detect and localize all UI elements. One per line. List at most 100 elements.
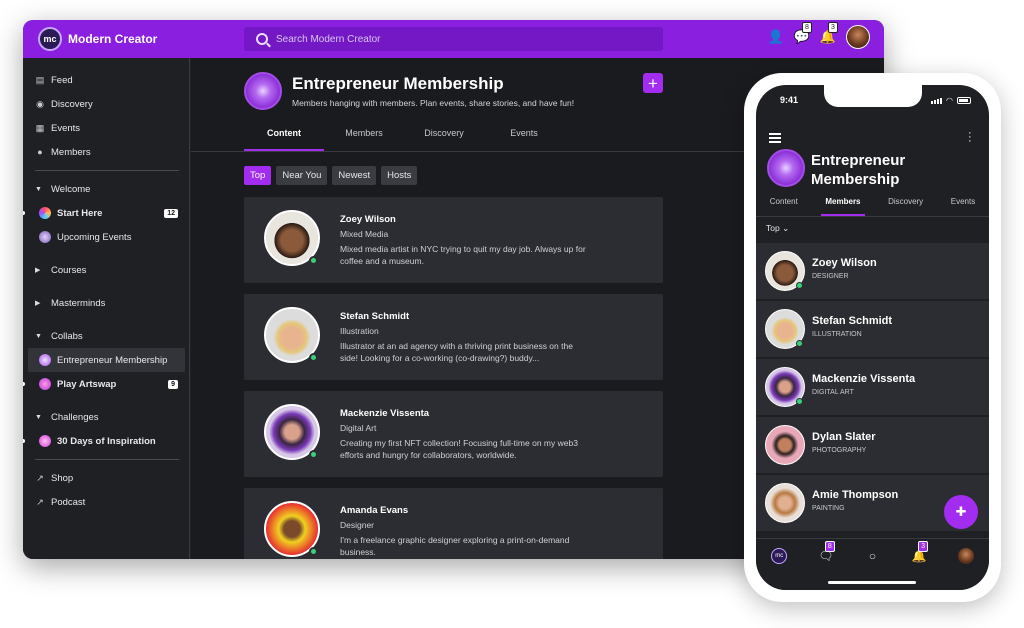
member-name: Zoey Wilson [812, 257, 877, 269]
online-status-dot [309, 353, 318, 362]
battery-icon [957, 97, 971, 104]
sidebar-item-members[interactable]: ● Members [23, 140, 189, 164]
tab-content[interactable]: Content [244, 128, 324, 151]
tab-events[interactable]: Events [484, 128, 564, 151]
section-label: Challenges [51, 411, 99, 423]
tab-content[interactable]: Content [766, 197, 802, 216]
space-badge-icon [767, 149, 805, 187]
sidebar-item-shop[interactable]: ↗ Shop [23, 466, 189, 490]
add-member-button[interactable]: ✚ [944, 495, 978, 529]
member-name[interactable]: Mackenzie Vissenta [340, 408, 429, 419]
section-masterminds[interactable]: ▶ Masterminds [23, 291, 189, 315]
messages-count-badge: 8 [824, 541, 835, 552]
member-role: DESIGNER [812, 273, 849, 280]
unread-dot [23, 382, 25, 386]
sort-dropdown[interactable]: Top ⌄ [766, 223, 789, 234]
tab-members[interactable]: Members [324, 128, 404, 151]
sidebar-item-podcast[interactable]: ↗ Podcast [23, 490, 189, 514]
sidebar-item-play-artswap[interactable]: Play Artswap 9 [23, 372, 189, 396]
menu-icon[interactable] [769, 133, 781, 145]
profile-avatar[interactable] [957, 547, 975, 565]
more-options-icon[interactable]: · · · [968, 128, 972, 147]
sidebar-item-label: Podcast [51, 496, 86, 508]
list-item[interactable]: Mackenzie Vissenta DIGITAL ART [756, 359, 989, 415]
caret-down-icon: ▼ [35, 332, 42, 340]
tab-events[interactable]: Events [947, 197, 979, 216]
notifications-icon[interactable]: 🔔 3 [910, 541, 928, 565]
sidebar: ▤ Feed ◉ Discovery ▦ Events ● Members ▼ Welco… [23, 58, 190, 559]
member-role: Mixed Media [340, 229, 389, 239]
list-item[interactable]: Zoey Wilson DESIGNER [756, 243, 989, 299]
member-role: Designer [340, 520, 375, 530]
member-name: Dylan Slater [812, 431, 876, 443]
logo[interactable]: mc [38, 27, 62, 51]
home-logo-icon[interactable]: mc [770, 547, 788, 565]
sidebar-item-label: Members [51, 146, 91, 158]
online-status-dot [309, 450, 318, 459]
member-card[interactable]: Stefan Schmidt Illustration Illustrator … [244, 294, 663, 380]
space-header: Entrepreneur Membership Members hanging … [244, 72, 574, 110]
phone-notch [824, 85, 922, 107]
space-icon [39, 231, 51, 243]
space-icon [39, 435, 51, 447]
member-card[interactable]: Amanda Evans Designer I'm a freelance gr… [244, 488, 663, 559]
tab-discovery[interactable]: Discovery [404, 128, 484, 151]
compass-icon: ◉ [36, 98, 44, 109]
section-challenges[interactable]: ▼ Challenges [23, 405, 189, 429]
space-icon [39, 354, 51, 366]
stage: mc Modern Creator Search Modern Creator … [0, 0, 1024, 628]
sidebar-item-label: Feed [51, 74, 73, 86]
add-member-icon[interactable]: 👤 [768, 29, 784, 45]
tab-discovery[interactable]: Discovery [884, 197, 927, 216]
list-item[interactable]: Stefan Schmidt ILLUSTRATION [756, 301, 989, 357]
avatar [765, 425, 805, 465]
status-time: 9:41 [780, 95, 799, 105]
caret-right-icon: ▶ [35, 267, 41, 274]
online-status-dot [309, 547, 318, 556]
filter-hosts[interactable]: Hosts [381, 166, 418, 185]
search-icon[interactable]: ○ [863, 547, 881, 565]
messages-icon[interactable]: 💬 8 [794, 22, 812, 45]
page-description: Members hanging with members. Plan event… [292, 98, 575, 108]
filter-newest[interactable]: Newest [332, 166, 377, 185]
search-placeholder: Search Modern Creator [276, 33, 381, 45]
member-name[interactable]: Stefan Schmidt [340, 311, 409, 322]
filter-top[interactable]: Top [244, 166, 272, 185]
divider [35, 170, 179, 171]
notifications-icon[interactable]: 🔔 3 [820, 22, 838, 45]
member-name[interactable]: Zoey Wilson [340, 214, 396, 225]
divider [35, 459, 179, 460]
members-icon: ● [37, 147, 43, 157]
add-button[interactable]: + [643, 73, 663, 93]
sidebar-item-entrepreneur-membership[interactable]: Entrepreneur Membership [28, 348, 185, 372]
sidebar-item-start-here[interactable]: Start Here 12 [23, 201, 189, 225]
phone-tab-bar: Content Members Discovery Events [756, 197, 989, 217]
member-name[interactable]: Amanda Evans [340, 505, 408, 516]
list-item[interactable]: Dylan Slater PHOTOGRAPHY [756, 417, 989, 473]
filter-near-you[interactable]: Near You [276, 166, 328, 185]
sidebar-item-upcoming-events[interactable]: Upcoming Events [23, 225, 189, 249]
tab-members[interactable]: Members [821, 197, 865, 216]
user-avatar[interactable] [846, 25, 870, 49]
search-bar[interactable]: Search Modern Creator [244, 27, 663, 51]
section-courses[interactable]: ▶ Courses [23, 258, 189, 282]
calendar-icon: ▦ [35, 122, 45, 133]
phone-frame: 9:41 ◠ · · · Entrepreneur Membership Conte… [744, 73, 1001, 602]
section-welcome[interactable]: ▼ Welcome [23, 177, 189, 201]
brand-name[interactable]: Modern Creator [68, 32, 157, 46]
member-card[interactable]: Mackenzie Vissenta Digital Art Creating … [244, 391, 663, 477]
messages-icon[interactable]: 🗨 8 [817, 541, 835, 565]
section-collabs[interactable]: ▼ Collabs [23, 324, 189, 348]
sidebar-item-events[interactable]: ▦ Events [23, 116, 189, 140]
sidebar-item-discovery[interactable]: ◉ Discovery [23, 92, 189, 116]
phone-page-title: Entrepreneur Membership [811, 152, 906, 188]
notifications-count-badge: 3 [828, 22, 838, 33]
logo-mark: mc [771, 548, 788, 564]
unread-dot [23, 211, 25, 215]
external-link-icon: ↗ [36, 472, 44, 483]
sidebar-item-30-days[interactable]: 30 Days of Inspiration [23, 429, 189, 453]
sidebar-item-feed[interactable]: ▤ Feed [23, 68, 189, 92]
count-badge: 9 [168, 379, 178, 389]
sidebar-item-label: Entrepreneur Membership [57, 354, 168, 366]
member-card[interactable]: Zoey Wilson Mixed Media Mixed media arti… [244, 197, 663, 283]
